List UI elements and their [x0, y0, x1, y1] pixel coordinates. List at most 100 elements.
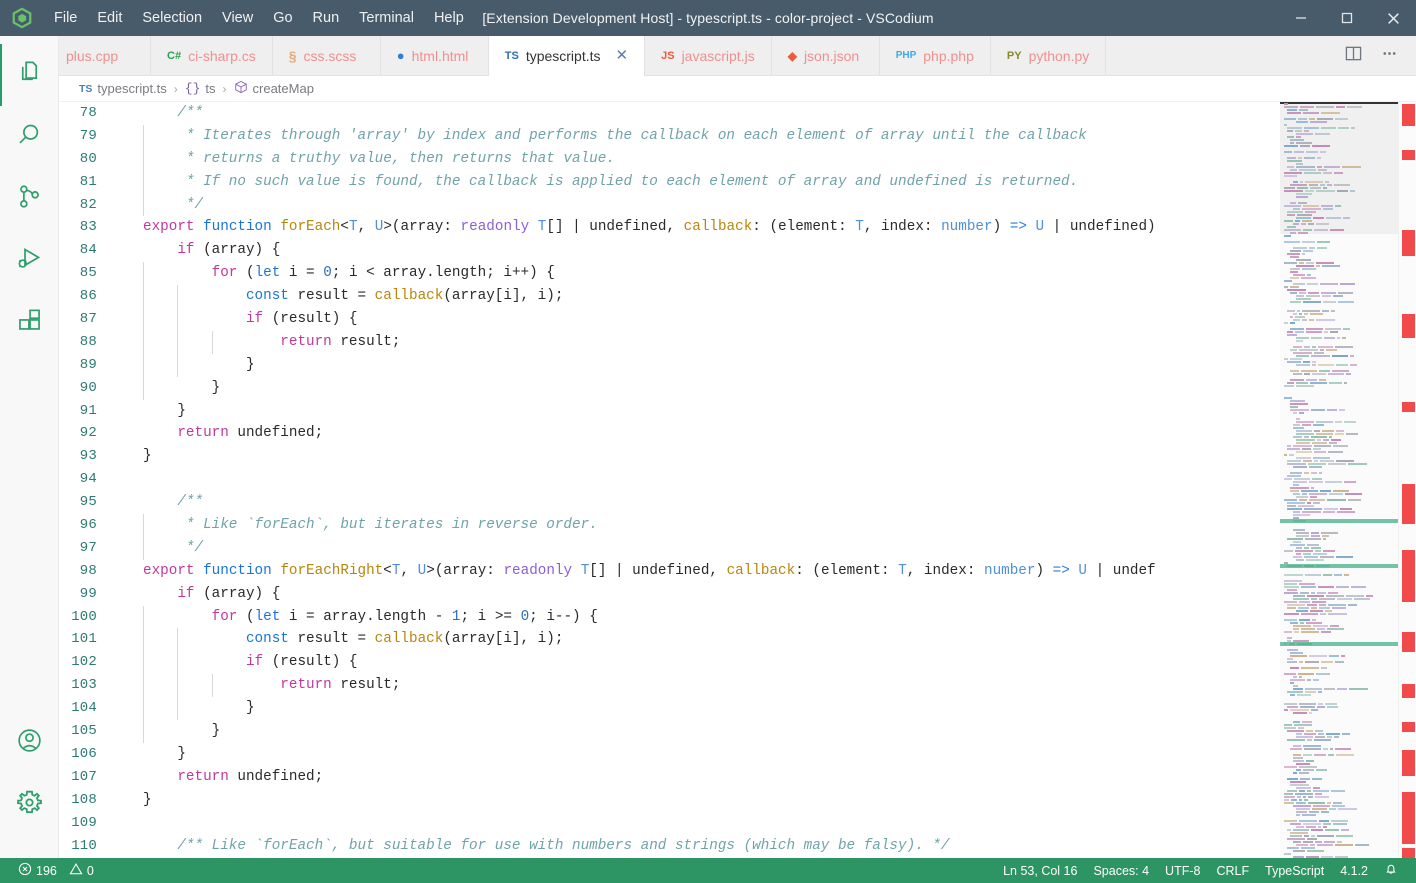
typescript-file-icon: TS: [504, 49, 519, 62]
menu-view[interactable]: View: [213, 5, 262, 31]
menu-selection[interactable]: Selection: [133, 5, 211, 31]
code-line[interactable]: 97 */: [59, 536, 1280, 560]
code-token: result;: [331, 333, 401, 350]
code-line[interactable]: 86 const result = callback(array[i], i);: [59, 285, 1280, 309]
editor-indentation[interactable]: Spaces: 4: [1085, 858, 1157, 883]
sidebar-item-explorer[interactable]: [0, 44, 59, 106]
code-line[interactable]: 109: [59, 812, 1280, 835]
breadcrumb-file[interactable]: TS typescript.ts: [79, 81, 167, 96]
code-line[interactable]: 82 */: [59, 193, 1280, 217]
minimize-button[interactable]: [1278, 0, 1324, 36]
code-line[interactable]: 102 if (result) {: [59, 651, 1280, 675]
more-actions-button[interactable]: [1374, 39, 1404, 73]
scss-file-icon: §: [288, 47, 297, 64]
menu-edit[interactable]: Edit: [88, 5, 131, 31]
code-token: =>: [1052, 562, 1070, 579]
code-line[interactable]: 99 if (array) {: [59, 583, 1280, 606]
code-line[interactable]: 98 export function forEachRight<T, U>(arr…: [59, 560, 1280, 583]
code-token: }: [143, 448, 152, 465]
code-line[interactable]: 101 const result = callback(array[i], i)…: [59, 628, 1280, 652]
sidebar-item-extensions[interactable]: [0, 292, 59, 354]
tab-json-json[interactable]: ◆ json.json: [771, 36, 880, 75]
code-line[interactable]: 96 * Like `forEach`, but iterates in rev…: [59, 514, 1280, 537]
code-line[interactable]: 104 }: [59, 697, 1280, 721]
menu-run[interactable]: Run: [304, 5, 349, 31]
code-line[interactable]: 81 * If no such value is found, the call…: [59, 170, 1280, 194]
overview-ruler[interactable]: [1398, 102, 1416, 858]
problems-status[interactable]: 196 0: [10, 858, 102, 883]
indent-guide: [143, 720, 144, 743]
sidebar-item-source-control[interactable]: [0, 168, 59, 230]
menu-help[interactable]: Help: [425, 5, 473, 31]
indent-guide: [177, 628, 179, 652]
indent-guide: [143, 262, 144, 286]
code-line[interactable]: 85 for (let i = 0; i < array.length; i++…: [59, 262, 1280, 286]
line-number: 80: [79, 150, 97, 167]
code-line[interactable]: 92 return undefined;: [59, 422, 1280, 445]
code-line[interactable]: 93}: [59, 445, 1280, 468]
code-line[interactable]: 103 return result;: [59, 674, 1280, 698]
tab-plus-cpp[interactable]: plus.cpp: [59, 36, 151, 75]
close-button[interactable]: [1370, 0, 1416, 36]
code-line[interactable]: 80 * returns a truthy value, then return…: [59, 147, 1280, 171]
tab-php-php[interactable]: PHP php.php: [879, 36, 991, 75]
tab-javascript-js[interactable]: JS javascript.js: [645, 36, 772, 75]
tab-label: ci-sharp.cs: [188, 47, 256, 64]
code-line[interactable]: 108}: [59, 789, 1280, 812]
code-token: export: [143, 219, 195, 236]
editor-position[interactable]: Ln 53, Col 16: [995, 858, 1085, 883]
split-editor-button[interactable]: [1338, 39, 1368, 73]
code-text: return result;: [123, 330, 401, 354]
code-line[interactable]: 88 return result;: [59, 330, 1280, 354]
code-line[interactable]: 83 export function forEach<T, U>(array: r…: [59, 216, 1280, 239]
code-line[interactable]: 106 }: [59, 743, 1280, 766]
indent-guide: [143, 147, 144, 171]
editor-language[interactable]: TypeScript: [1257, 858, 1332, 883]
sidebar-item-search[interactable]: [0, 106, 59, 168]
code-token: }: [177, 745, 186, 762]
code-line[interactable]: 79 * Iterates through 'array' by index a…: [59, 124, 1280, 148]
menu-go[interactable]: Go: [264, 5, 301, 31]
manage-settings-button[interactable]: [0, 774, 59, 836]
notifications-bell[interactable]: [1376, 858, 1406, 883]
line-number: 78: [79, 105, 97, 121]
code-line[interactable]: 91 }: [59, 400, 1280, 423]
code-line[interactable]: 89 }: [59, 353, 1280, 377]
code-line[interactable]: 100 for (let i = array.length - 1; i >= …: [59, 605, 1280, 629]
breadcrumb-symbol[interactable]: createMap: [234, 80, 314, 97]
maximize-button[interactable]: [1324, 0, 1370, 36]
breadcrumb-module[interactable]: {} ts: [185, 81, 216, 96]
tab-typescript-ts[interactable]: TS typescript.ts ✕: [488, 36, 646, 76]
code-line[interactable]: 87 if (result) {: [59, 308, 1280, 331]
menu-terminal[interactable]: Terminal: [350, 5, 423, 31]
code-line[interactable]: 90 }: [59, 376, 1280, 400]
editor-minimap[interactable]: [1280, 102, 1398, 858]
code-text: if (array) {: [123, 583, 280, 606]
indent-guide: [177, 697, 179, 721]
typescript-version[interactable]: 4.1.2: [1332, 858, 1376, 883]
line-number: 105: [71, 723, 97, 740]
code-line[interactable]: 107 return undefined;: [59, 766, 1280, 789]
code-line[interactable]: 78 /**: [59, 102, 1280, 125]
code-line[interactable]: 110 /** Like `forEach`, but suitable for…: [59, 835, 1280, 858]
code-line[interactable]: 95 /**: [59, 491, 1280, 514]
code-editor[interactable]: 78 /** 79 * Iterates through 'array' by i…: [59, 102, 1280, 858]
accounts-button[interactable]: [0, 712, 59, 774]
menu-file[interactable]: File: [45, 5, 86, 31]
code-line[interactable]: 84 if (array) {: [59, 239, 1280, 262]
code-line[interactable]: 105 }: [59, 720, 1280, 743]
tab-ci-sharp-cs[interactable]: C# ci-sharp.cs: [151, 36, 273, 75]
code-text: * returns a truthy value, then returns t…: [123, 147, 615, 171]
editor-eol[interactable]: CRLF: [1208, 858, 1257, 883]
close-icon[interactable]: ✕: [616, 48, 629, 63]
tab-css-scss[interactable]: § css.scss: [272, 36, 381, 75]
sidebar-item-run-debug[interactable]: [0, 230, 59, 292]
code-token: const: [245, 288, 289, 305]
tab-html-html[interactable]: ● html.html: [380, 36, 489, 75]
editor-encoding[interactable]: UTF-8: [1157, 858, 1208, 883]
tab-python-py[interactable]: PY python.py: [990, 36, 1107, 75]
code-line[interactable]: 94: [59, 468, 1280, 491]
tab-label: php.php: [923, 47, 974, 64]
